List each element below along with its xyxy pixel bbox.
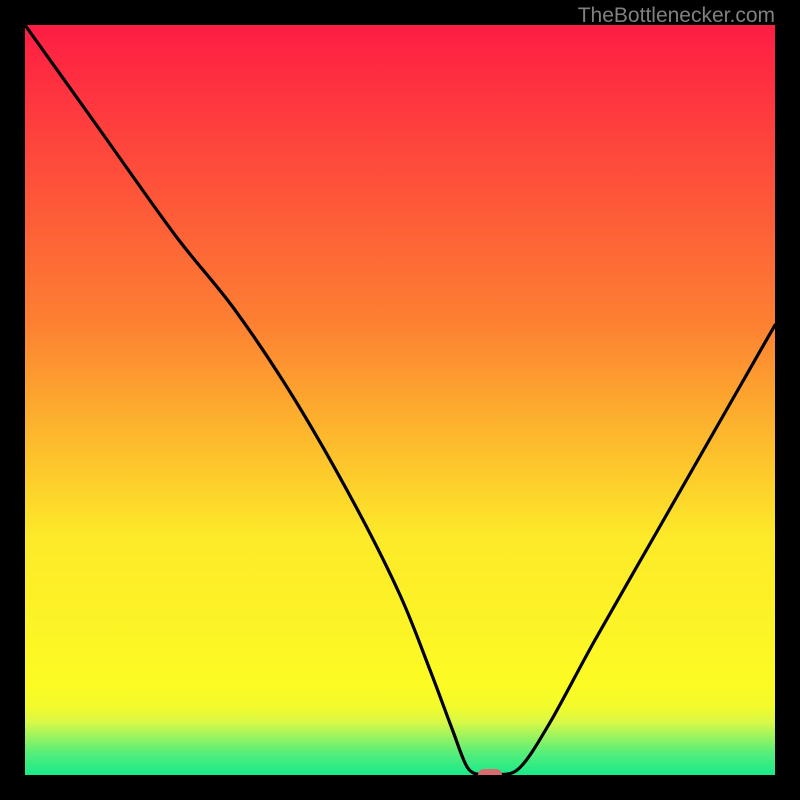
watermark-text: TheBottlenecker.com	[578, 4, 775, 28]
chart-container: TheBottlenecker.com	[0, 0, 800, 800]
plot-area	[25, 25, 775, 775]
optimal-marker	[478, 769, 502, 775]
bottleneck-curve	[25, 25, 775, 775]
